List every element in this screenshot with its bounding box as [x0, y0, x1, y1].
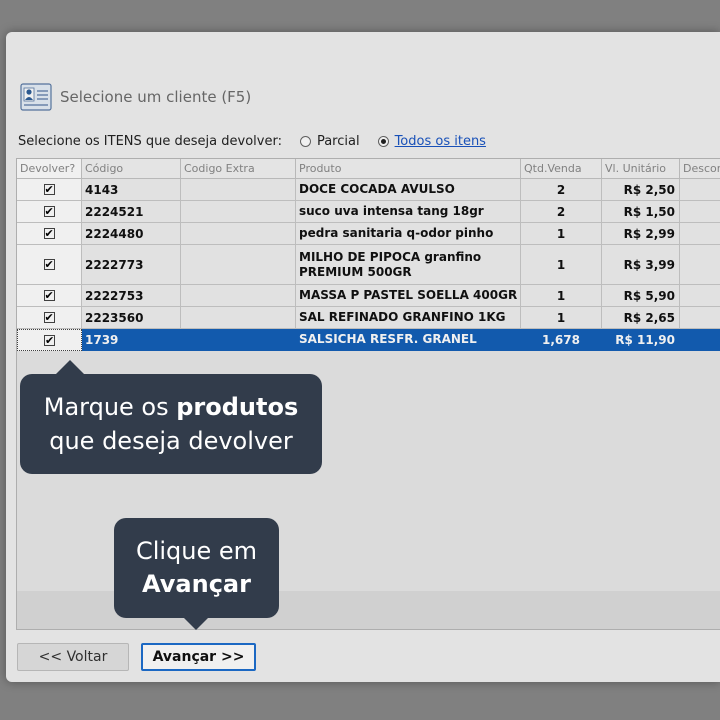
col-header-discount[interactable]: Descon [680, 159, 720, 179]
unit-price-cell: R$ 5,90 [602, 285, 680, 307]
return-checkbox-cell[interactable]: ✔ [17, 223, 82, 245]
return-checkbox[interactable]: ✔ [43, 259, 55, 270]
return-checkbox[interactable]: ✔ [43, 206, 55, 217]
extra-code-cell [181, 201, 296, 223]
qty-cell: 1 [521, 223, 602, 245]
return-checkbox-cell[interactable]: ✔ [17, 245, 82, 285]
radio-partial[interactable]: Parcial [299, 134, 360, 149]
return-checkbox[interactable]: ✔ [44, 334, 55, 346]
discount-cell: R [680, 307, 720, 329]
return-checkbox[interactable]: ✔ [43, 228, 55, 239]
qty-cell: 2 [521, 201, 602, 223]
radio-partial-label[interactable]: Parcial [317, 134, 360, 149]
code-cell: 2222753 [82, 285, 181, 307]
unit-price-cell: R$ 11,90 [602, 329, 680, 351]
next-button[interactable]: Avançar >> [141, 643, 256, 671]
callout-select-prefix: Marque os [43, 393, 177, 421]
return-options: Selecione os ITENS que deseja devolver: … [18, 132, 486, 150]
col-header-code[interactable]: Código [82, 159, 181, 179]
callout-select-bold: produtos [176, 393, 299, 421]
qty-cell: 1 [521, 285, 602, 307]
callout-click-next: Clique em Avançar [114, 518, 279, 630]
return-checkbox-cell[interactable]: ✔ [17, 201, 82, 223]
col-header-return[interactable]: Devolver? [17, 159, 82, 179]
extra-code-cell [181, 285, 296, 307]
product-cell: DOCE COCADA AVULSO [296, 179, 521, 201]
unit-price-cell: R$ 2,65 [602, 307, 680, 329]
discount-cell: R [680, 201, 720, 223]
product-cell: SAL REFINADO GRANFINO 1KG [296, 307, 521, 329]
extra-code-cell [181, 307, 296, 329]
col-header-product[interactable]: Produto [296, 159, 521, 179]
unit-price-cell: R$ 3,99 [602, 245, 680, 285]
code-cell: 1739 [82, 329, 181, 351]
qty-cell: 1,678 [521, 329, 602, 351]
discount-cell: R [680, 223, 720, 245]
dialog-title: Selecione um cliente (F5) [60, 88, 252, 106]
code-cell: 2224521 [82, 201, 181, 223]
return-checkbox-cell[interactable]: ✔ [17, 179, 82, 201]
extra-code-cell [181, 179, 296, 201]
discount-cell: R [680, 245, 720, 285]
product-cell: suco uva intensa tang 18gr [296, 201, 521, 223]
qty-cell: 1 [521, 245, 602, 285]
unit-price-cell: R$ 2,50 [602, 179, 680, 201]
product-cell: pedra sanitaria q-odor pinho [296, 223, 521, 245]
dialog-header: Selecione um cliente (F5) [20, 82, 251, 112]
col-header-extra-code[interactable]: Codigo Extra [181, 159, 296, 179]
code-cell: 2222773 [82, 245, 181, 285]
product-cell: SALSICHA RESFR. GRANEL [296, 329, 521, 351]
return-checkbox[interactable]: ✔ [43, 184, 55, 195]
return-checkbox[interactable]: ✔ [43, 312, 55, 323]
qty-cell: 1 [521, 307, 602, 329]
radio-partial-circle[interactable] [299, 135, 311, 147]
extra-code-cell [181, 245, 296, 285]
product-cell: MILHO DE PIPOCA granfino PREMIUM 500GR [296, 245, 521, 285]
return-checkbox-cell[interactable]: ✔ [17, 329, 82, 351]
radio-all-items[interactable]: Todos os itens [377, 134, 486, 149]
options-prompt: Selecione os ITENS que deseja devolver: [18, 133, 282, 149]
return-checkbox-cell[interactable]: ✔ [17, 307, 82, 329]
discount-cell: R [680, 285, 720, 307]
callout-click-bold: Avançar [142, 570, 251, 598]
unit-price-cell: R$ 1,50 [602, 201, 680, 223]
product-cell: MASSA P PASTEL SOELLA 400GR [296, 285, 521, 307]
callout-select-products: Marque os produtos que deseja devolver [20, 360, 322, 474]
return-checkbox-cell[interactable]: ✔ [17, 285, 82, 307]
code-cell: 2223560 [82, 307, 181, 329]
code-cell: 4143 [82, 179, 181, 201]
unit-price-cell: R$ 2,99 [602, 223, 680, 245]
radio-all-items-label[interactable]: Todos os itens [395, 134, 486, 149]
radio-all-items-circle[interactable] [377, 135, 389, 147]
client-card-icon [20, 83, 52, 111]
col-header-unit-price[interactable]: Vl. Unitário [602, 159, 680, 179]
col-header-qty[interactable]: Qtd.Venda [521, 159, 602, 179]
extra-code-cell [181, 223, 296, 245]
code-cell: 2224480 [82, 223, 181, 245]
return-checkbox[interactable]: ✔ [43, 290, 55, 301]
callout-click-line1: Clique em [135, 537, 258, 565]
extra-code-cell [181, 329, 296, 351]
qty-cell: 2 [521, 179, 602, 201]
callout-select-line2: que deseja devolver [49, 427, 293, 455]
discount-cell: R [680, 179, 720, 201]
discount-cell: R [680, 329, 720, 351]
back-button[interactable]: << Voltar [17, 643, 129, 671]
